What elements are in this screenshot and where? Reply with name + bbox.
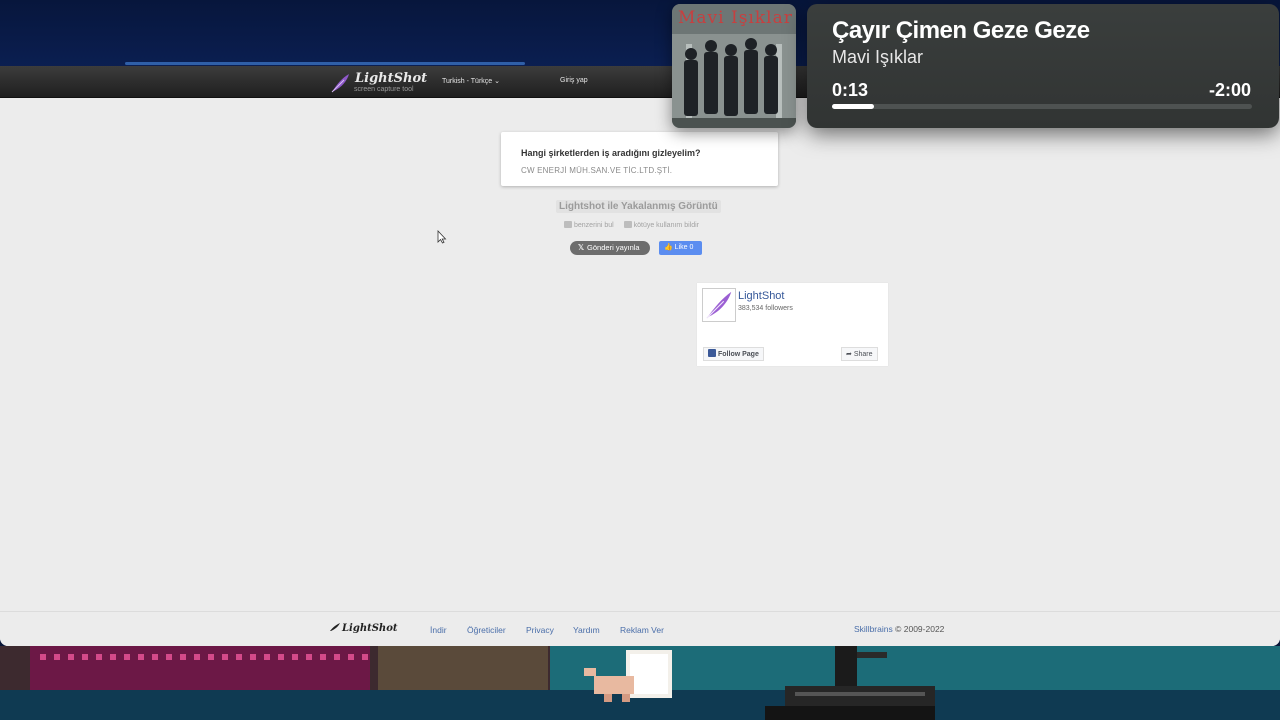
- ad-box[interactable]: Hangi şirketlerden iş aradığını gizleyel…: [501, 132, 778, 186]
- language-label: Turkish - Türkçe: [442, 78, 493, 85]
- facebook-page-widget: LightShot 383,534 followers Follow Page …: [697, 283, 888, 366]
- game-background: [0, 646, 1280, 720]
- game-brown-wall: [378, 646, 548, 690]
- now-playing-overlay: Mavi Işıklar Çayır Çimen Geze Geze Mavi …: [668, 0, 1280, 136]
- follow-label: Follow Page: [718, 351, 759, 358]
- footer-link-download[interactable]: İndir: [430, 625, 447, 635]
- mouse-cursor-icon: [437, 230, 447, 244]
- pixel-cat-sprite-icon: [584, 650, 672, 702]
- browser-window: LightShot screen capture tool Turkish - …: [0, 66, 1280, 646]
- facebook-icon: [708, 349, 716, 357]
- song-title: Çayır Çimen Geze Geze: [832, 17, 1090, 44]
- album-art-title: Mavi Işıklar: [678, 8, 793, 28]
- chevron-down-icon: ⌄: [494, 78, 501, 85]
- screenshot-actions: benzerini bul kötüye kullanım bildir: [564, 221, 699, 229]
- site-footer: LightShot İndir Öğreticiler Privacy Yard…: [0, 611, 1280, 646]
- footer-link-advertise[interactable]: Reklam Ver: [620, 625, 664, 635]
- thumbs-up-icon: 👍: [664, 244, 673, 251]
- footer-link-tutorials[interactable]: Öğreticiler: [467, 625, 506, 635]
- ad-answer: CW ENERJİ MÜH.SAN.VE TİC.LTD.ŞTİ.: [521, 166, 673, 175]
- tweet-button[interactable]: 𝕏 Gönderi yayınla: [570, 241, 650, 255]
- game-lights: [40, 654, 370, 660]
- elapsed-time: 0:13: [832, 80, 869, 100]
- now-playing-panel: Çayır Çimen Geze Geze Mavi Işıklar 0:13 …: [807, 4, 1279, 128]
- footer-logo[interactable]: LightShot: [330, 623, 398, 634]
- progress-bar[interactable]: [832, 104, 1252, 109]
- site-logo[interactable]: LightShot screen capture tool: [329, 70, 427, 96]
- like-label: Like 0: [674, 244, 694, 251]
- x-logo-icon: 𝕏: [578, 243, 585, 252]
- footer-link-help[interactable]: Yardım: [573, 625, 600, 635]
- screenshot-title: Lightshot ile Yakalanmış Görüntü: [556, 200, 721, 213]
- feather-logo-icon: [706, 291, 732, 319]
- language-selector[interactable]: Turkish - Türkçe ⌄: [442, 77, 500, 85]
- share-label: Share: [853, 351, 873, 358]
- copyright: Skillbrains © 2009-2022: [854, 624, 944, 634]
- album-art: Mavi Işıklar: [672, 4, 796, 128]
- share-button[interactable]: ➦ Share: [841, 347, 878, 361]
- find-similar-link[interactable]: benzerini bul: [574, 222, 614, 229]
- copyright-brand-link[interactable]: Skillbrains: [854, 624, 893, 634]
- footer-logo-text: LightShot: [342, 623, 398, 634]
- copyright-text: © 2009-2022: [895, 624, 945, 634]
- page-followers: 383,534 followers: [738, 305, 793, 312]
- login-link[interactable]: Giriş yap: [560, 77, 588, 84]
- report-abuse-link[interactable]: kötüye kullanım bildir: [634, 222, 699, 229]
- ad-question: Hangi şirketlerden iş aradığını gizleyel…: [521, 148, 701, 158]
- feather-logo-icon: [330, 623, 340, 631]
- game-pink-wall: [30, 646, 370, 690]
- remaining-time: -2:00: [1208, 80, 1251, 100]
- follow-page-button[interactable]: Follow Page: [703, 347, 764, 361]
- flag-icon: [623, 221, 632, 228]
- progress-fill: [832, 104, 874, 109]
- feather-logo-icon: [331, 74, 349, 93]
- page-name[interactable]: LightShot: [738, 290, 784, 302]
- logo-text: LightShot: [355, 71, 428, 86]
- logo-tagline: screen capture tool: [354, 86, 414, 93]
- desktop-stripe: [125, 62, 525, 65]
- page-avatar[interactable]: [702, 288, 736, 322]
- share-icon: ➦: [846, 351, 852, 358]
- image-icon: [564, 221, 572, 228]
- pixel-tower-sprite-icon: [765, 646, 935, 720]
- artist-name: Mavi Işıklar: [832, 47, 924, 67]
- tweet-label: Gönderi yayınla: [587, 243, 640, 252]
- footer-link-privacy[interactable]: Privacy: [526, 625, 554, 635]
- like-button[interactable]: 👍 Like 0: [659, 241, 702, 255]
